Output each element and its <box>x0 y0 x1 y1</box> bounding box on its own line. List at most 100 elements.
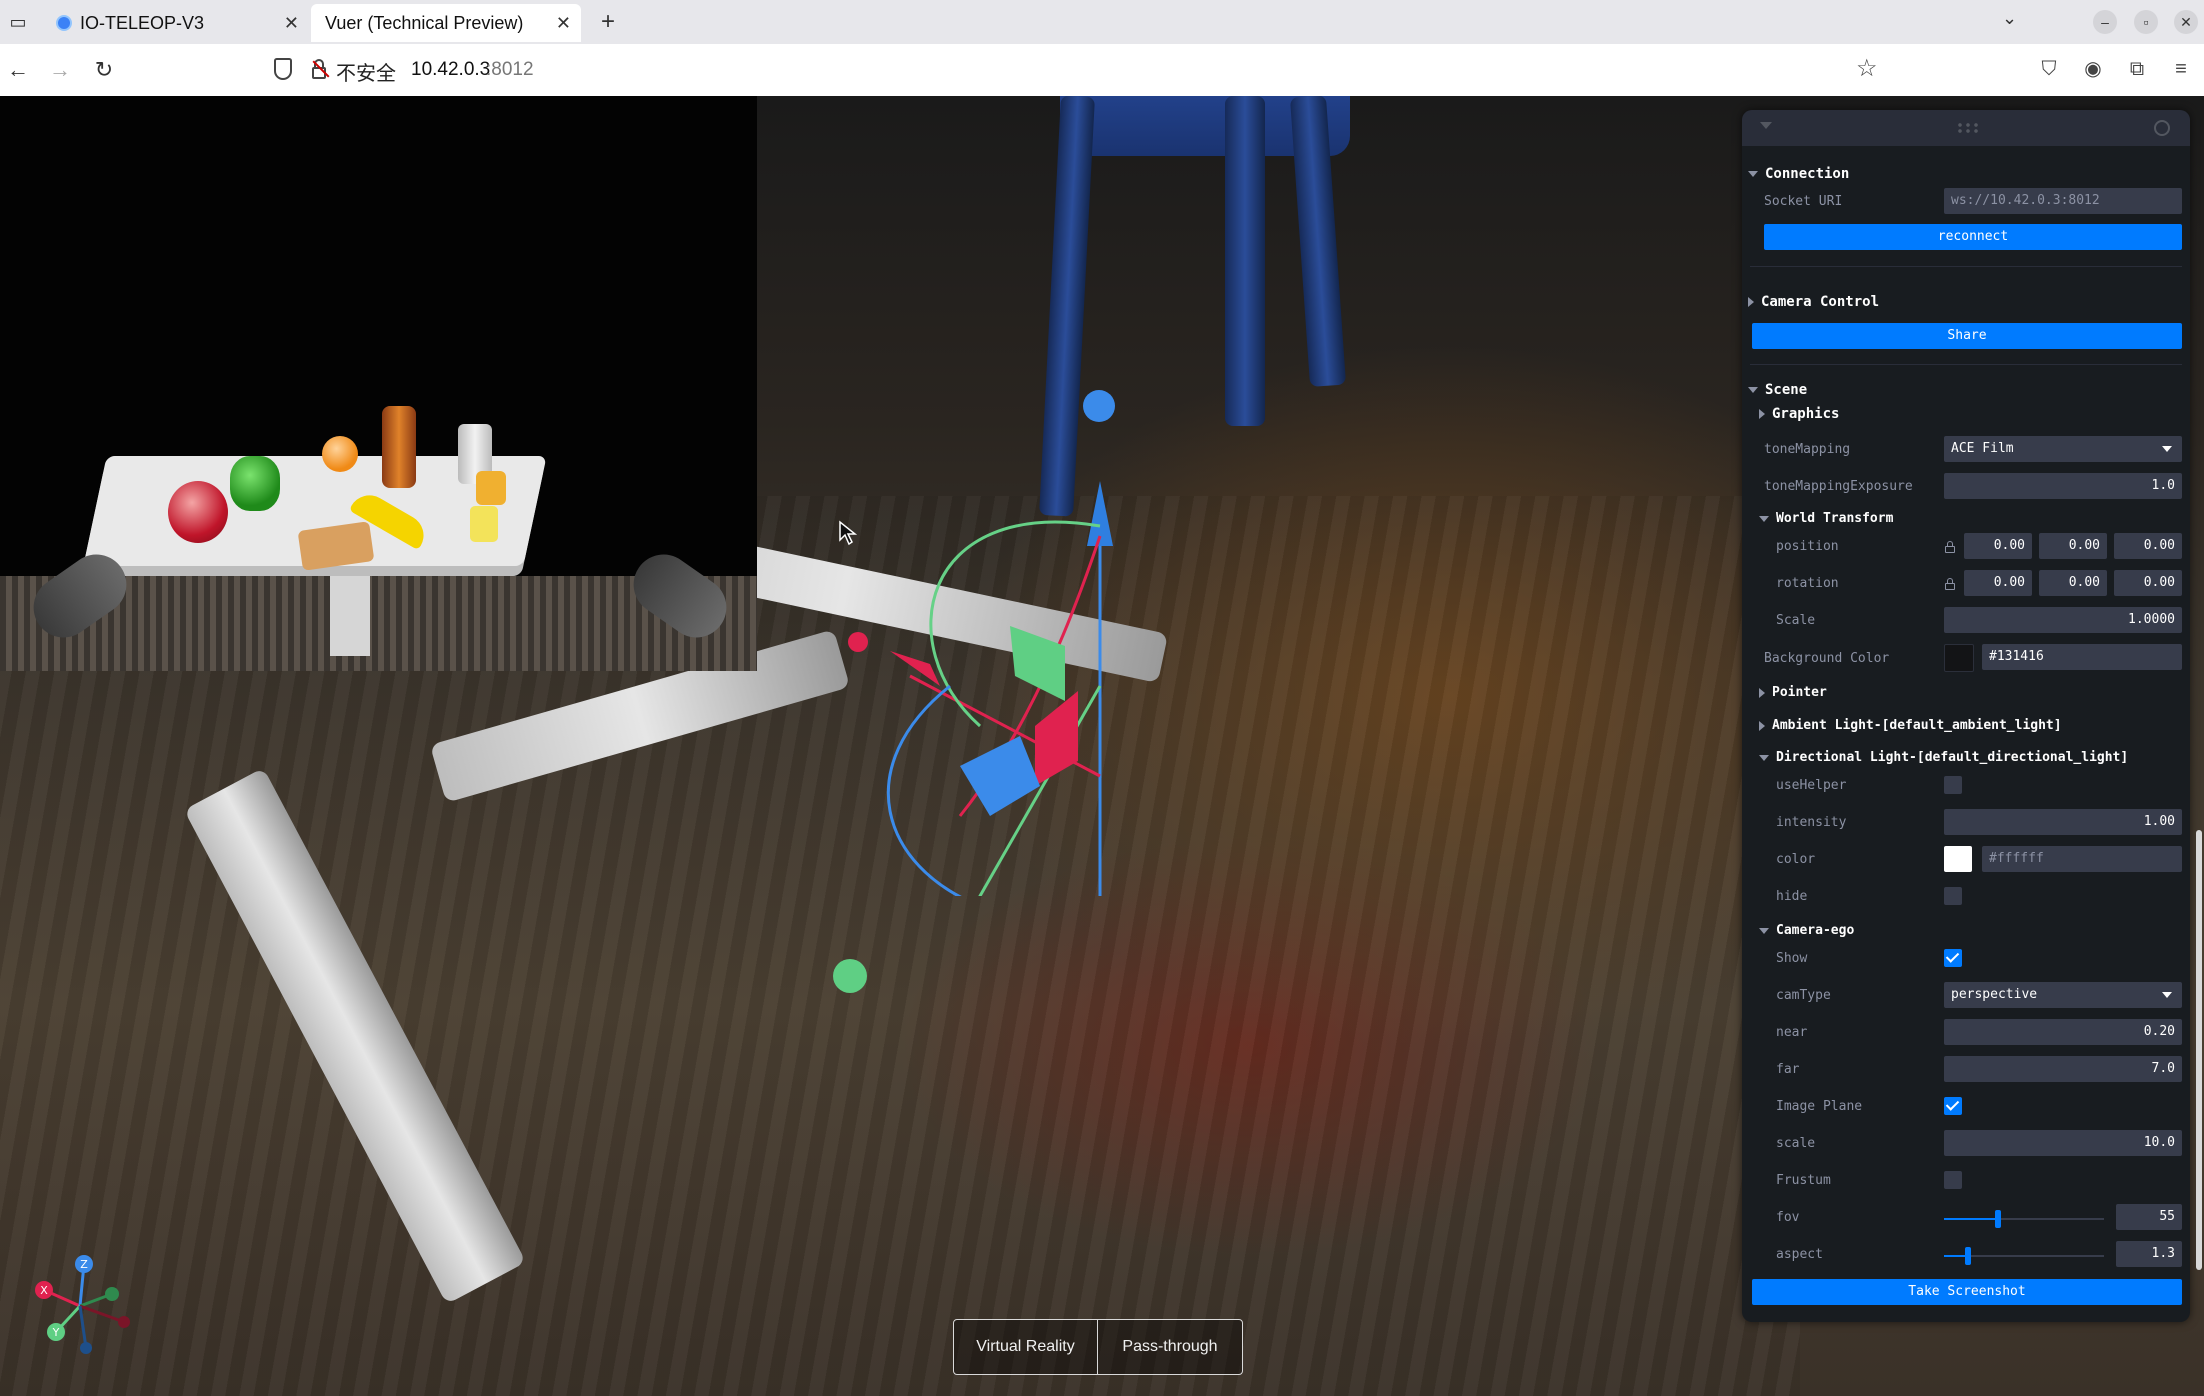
rotation-y-input[interactable]: 0.00 <box>2039 570 2107 596</box>
share-button[interactable]: Share <box>1752 323 2182 349</box>
fov-slider[interactable] <box>1944 1210 2104 1228</box>
background-color-swatch[interactable] <box>1944 644 1974 672</box>
section-camera-ego[interactable]: Camera-ego <box>1759 923 1854 938</box>
expand-icon <box>1759 687 1765 698</box>
aspect-slider[interactable] <box>1944 1247 2104 1265</box>
light-color-input[interactable]: #ffffff <box>1982 846 2182 872</box>
cam-type-select[interactable]: perspective <box>1944 982 2182 1008</box>
security-label[interactable]: 不安全 <box>336 57 396 86</box>
minimize-icon[interactable]: – <box>2093 10 2117 34</box>
axis-y-label: Y <box>52 1326 60 1339</box>
reconnect-button[interactable]: reconnect <box>1764 224 2182 250</box>
collapse-icon[interactable] <box>1760 122 1772 129</box>
far-label: far <box>1776 1062 1800 1077</box>
expand-icon <box>1759 927 1769 934</box>
lock-icon[interactable] <box>1945 578 1955 590</box>
panel-scrollbar[interactable] <box>2196 830 2202 1270</box>
aspect-input[interactable]: 1.3 <box>2116 1241 2182 1267</box>
gizmo-rotate-ring-blue[interactable] <box>886 684 980 896</box>
socket-uri-input[interactable]: ws://10.42.0.3:8012 <box>1944 188 2182 214</box>
menu-icon[interactable]: ≡ <box>2168 56 2194 82</box>
section-connection[interactable]: Connection <box>1748 166 1849 182</box>
section-graphics[interactable]: Graphics <box>1759 406 1839 422</box>
tab-list-icon[interactable]: ▭ <box>4 8 32 36</box>
gizmo-plane-red[interactable] <box>1035 691 1078 786</box>
gizmo-z-handle[interactable] <box>1083 390 1115 422</box>
color-label: color <box>1776 852 1816 867</box>
tone-mapping-select[interactable]: ACE Film <box>1944 436 2182 462</box>
reload-icon[interactable]: ↻ <box>88 54 120 86</box>
back-icon[interactable]: ← <box>2 54 34 86</box>
drag-handle-icon[interactable] <box>1956 122 1980 134</box>
insecure-lock-icon[interactable] <box>312 59 330 79</box>
section-directional-light[interactable]: Directional Light-[default_directional_l… <box>1759 750 2128 765</box>
axes-gizmo[interactable]: X Z Y <box>20 1246 130 1356</box>
browser-nav-bar: ← → ↻ 不安全 10.42.0.3 :8012 ☆ ⛉ ◉ ⧉ ≡ <box>0 44 2204 97</box>
virtual-reality-button[interactable]: Virtual Reality <box>954 1320 1098 1374</box>
url-host[interactable]: 10.42.0.3 <box>411 59 490 81</box>
bookmark-star-icon[interactable]: ☆ <box>1856 54 1878 83</box>
rotation-z-input[interactable]: 0.00 <box>2114 570 2182 596</box>
extensions-icon[interactable]: ⧉ <box>2124 56 2150 82</box>
fov-label: fov <box>1776 1210 1800 1225</box>
search-icon[interactable] <box>2154 120 2170 136</box>
show-label: Show <box>1776 951 1808 966</box>
lock-icon[interactable] <box>1945 541 1955 553</box>
aspect-slider-handle[interactable] <box>1965 1247 1971 1265</box>
camera-scale-input[interactable]: 10.0 <box>1944 1130 2182 1156</box>
fov-input[interactable]: 55 <box>2116 1204 2182 1230</box>
chevron-down-icon[interactable]: ⌄ <box>2002 8 2017 29</box>
hide-checkbox[interactable] <box>1944 887 1962 905</box>
position-x-input[interactable]: 0.00 <box>1964 533 2032 559</box>
close-icon[interactable]: ✕ <box>556 4 571 42</box>
light-color-swatch[interactable] <box>1944 846 1972 872</box>
account-icon[interactable]: ◉ <box>2080 56 2106 82</box>
gizmo-x-handle[interactable] <box>848 632 868 652</box>
browser-tab-io-teleop[interactable]: IO-TELEOP-V3 ✕ <box>44 4 309 42</box>
use-helper-checkbox[interactable] <box>1944 776 1962 794</box>
yellow-cup <box>470 506 498 542</box>
tone-mapping-exposure-label: toneMappingExposure <box>1764 479 1913 494</box>
intensity-input[interactable]: 1.00 <box>1944 809 2182 835</box>
section-ambient-light[interactable]: Ambient Light-[default_ambient_light] <box>1759 718 2062 733</box>
new-tab-button[interactable]: + <box>594 6 622 38</box>
xr-mode-switch: Virtual Reality Pass-through <box>953 1319 1243 1375</box>
axis-neg-z-handle[interactable] <box>80 1342 92 1354</box>
chair-leg <box>1225 96 1265 426</box>
position-z-input[interactable]: 0.00 <box>2114 533 2182 559</box>
panel-header[interactable] <box>1742 110 2190 146</box>
forward-icon[interactable]: → <box>44 54 76 86</box>
far-input[interactable]: 7.0 <box>1944 1056 2182 1082</box>
close-window-icon[interactable]: ✕ <box>2174 10 2198 34</box>
fov-slider-handle[interactable] <box>1995 1210 2001 1228</box>
gizmo-x-arrow[interactable] <box>890 651 940 686</box>
section-pointer[interactable]: Pointer <box>1759 685 1827 700</box>
transform-gizmo[interactable] <box>800 346 1200 896</box>
gizmo-y-handle[interactable] <box>830 956 870 996</box>
axis-neg-x-handle[interactable] <box>118 1316 130 1328</box>
section-world-transform[interactable]: World Transform <box>1759 511 1893 526</box>
section-scene[interactable]: Scene <box>1748 382 1807 398</box>
close-icon[interactable]: ✕ <box>284 4 299 42</box>
tone-mapping-exposure-input[interactable]: 1.0 <box>1944 473 2182 499</box>
axis-neg-y-handle[interactable] <box>105 1287 119 1301</box>
near-input[interactable]: 0.20 <box>1944 1019 2182 1045</box>
browser-tab-vuer[interactable]: Vuer (Technical Preview) ✕ <box>311 4 581 42</box>
shield-icon[interactable] <box>274 58 292 80</box>
maximize-icon[interactable]: ▫ <box>2134 10 2158 34</box>
background-color-input[interactable]: #131416 <box>1982 644 2182 670</box>
rotation-x-input[interactable]: 0.00 <box>1964 570 2032 596</box>
position-y-input[interactable]: 0.00 <box>2039 533 2107 559</box>
image-plane-checkbox[interactable] <box>1944 1097 1962 1115</box>
world-scale-input[interactable]: 1.0000 <box>1944 607 2182 633</box>
url-port[interactable]: :8012 <box>486 59 534 81</box>
pass-through-button[interactable]: Pass-through <box>1098 1320 1242 1374</box>
use-helper-label: useHelper <box>1776 778 1847 793</box>
frustum-label: Frustum <box>1776 1173 1831 1188</box>
section-camera-control[interactable]: Camera Control <box>1748 294 1879 310</box>
gizmo-plane-blue[interactable] <box>960 736 1040 816</box>
show-checkbox[interactable] <box>1944 949 1962 967</box>
frustum-checkbox[interactable] <box>1944 1171 1962 1189</box>
pocket-icon[interactable]: ⛉ <box>2036 56 2062 82</box>
take-screenshot-button[interactable]: Take Screenshot <box>1752 1279 2182 1305</box>
